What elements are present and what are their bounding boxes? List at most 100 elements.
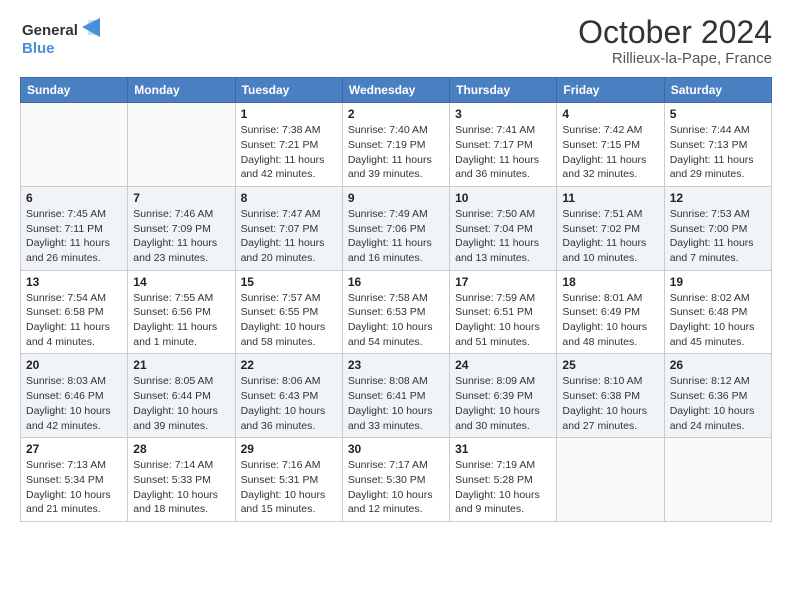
table-row: 23 Sunrise: 8:08 AMSunset: 6:41 PMDayligh…	[342, 354, 449, 438]
day-number: 16	[348, 275, 444, 289]
calendar-week-row: 27Sunrise: 7:13 AMSunset: 5:34 PMDayligh…	[21, 438, 772, 522]
day-number: 23	[348, 358, 444, 372]
day-number: 18	[562, 275, 658, 289]
logo-svg: General Blue	[20, 15, 110, 60]
calendar-header-row: Sunday Monday Tuesday Wednesday Thursday…	[21, 78, 772, 103]
day-number: 2	[348, 107, 444, 121]
table-row: 31 Sunrise: 7:19 AMSunset: 5:28 PMDayligh…	[450, 438, 557, 522]
day-info: Sunrise: 7:47 AMSunset: 7:07 PMDaylight:…	[241, 207, 337, 266]
table-row: 22Sunrise: 8:06 AMSunset: 6:43 PMDayligh…	[235, 354, 342, 438]
day-number: 19	[670, 275, 766, 289]
table-row	[128, 103, 235, 187]
table-row: 3 Sunrise: 7:41 AMSunset: 7:17 PMDaylight…	[450, 103, 557, 187]
day-info: Sunrise: 7:55 AMSunset: 6:56 PMDaylight:…	[133, 291, 229, 350]
day-info: Sunrise: 7:40 AMSunset: 7:19 PMDaylight:…	[348, 123, 444, 182]
day-number: 28	[133, 442, 229, 456]
day-info: Sunrise: 7:54 AMSunset: 6:58 PMDaylight:…	[26, 291, 122, 350]
day-number: 30	[348, 442, 444, 456]
calendar-week-row: 20 Sunrise: 8:03 AMSunset: 6:46 PMDayligh…	[21, 354, 772, 438]
day-info: Sunrise: 8:06 AMSunset: 6:43 PMDaylight:…	[241, 374, 337, 433]
table-row: 19 Sunrise: 8:02 AMSunset: 6:48 PMDayligh…	[664, 270, 771, 354]
day-info: Sunrise: 7:53 AMSunset: 7:00 PMDaylight:…	[670, 207, 766, 266]
day-info: Sunrise: 7:13 AMSunset: 5:34 PMDaylight:…	[26, 458, 122, 517]
day-info: Sunrise: 7:58 AMSunset: 6:53 PMDaylight:…	[348, 291, 444, 350]
table-row: 14Sunrise: 7:55 AMSunset: 6:56 PMDayligh…	[128, 270, 235, 354]
day-info: Sunrise: 8:01 AMSunset: 6:49 PMDaylight:…	[562, 291, 658, 350]
table-row: 11 Sunrise: 7:51 AMSunset: 7:02 PMDayligh…	[557, 186, 664, 270]
calendar-week-row: 6Sunrise: 7:45 AMSunset: 7:11 PMDaylight…	[21, 186, 772, 270]
header-tuesday: Tuesday	[235, 78, 342, 103]
day-number: 9	[348, 191, 444, 205]
day-info: Sunrise: 8:09 AMSunset: 6:39 PMDaylight:…	[455, 374, 551, 433]
day-number: 20	[26, 358, 122, 372]
day-number: 13	[26, 275, 122, 289]
table-row: 30 Sunrise: 7:17 AMSunset: 5:30 PMDayligh…	[342, 438, 449, 522]
month-title: October 2024	[578, 15, 772, 50]
table-row: 5 Sunrise: 7:44 AMSunset: 7:13 PMDaylight…	[664, 103, 771, 187]
logo: General Blue	[20, 15, 110, 65]
calendar-table: Sunday Monday Tuesday Wednesday Thursday…	[20, 77, 772, 522]
day-number: 31	[455, 442, 551, 456]
table-row: 2 Sunrise: 7:40 AMSunset: 7:19 PMDaylight…	[342, 103, 449, 187]
title-block: October 2024 Rillieux-la-Pape, France	[578, 15, 772, 67]
day-number: 11	[562, 191, 658, 205]
table-row	[664, 438, 771, 522]
day-info: Sunrise: 7:50 AMSunset: 7:04 PMDaylight:…	[455, 207, 551, 266]
day-info: Sunrise: 8:10 AMSunset: 6:38 PMDaylight:…	[562, 374, 658, 433]
table-row: 26 Sunrise: 8:12 AMSunset: 6:36 PMDayligh…	[664, 354, 771, 438]
day-number: 8	[241, 191, 337, 205]
table-row: 13 Sunrise: 7:54 AMSunset: 6:58 PMDayligh…	[21, 270, 128, 354]
day-number: 7	[133, 191, 229, 205]
table-row: 28 Sunrise: 7:14 AMSunset: 5:33 PMDayligh…	[128, 438, 235, 522]
day-info: Sunrise: 7:17 AMSunset: 5:30 PMDaylight:…	[348, 458, 444, 517]
table-row: 12 Sunrise: 7:53 AMSunset: 7:00 PMDayligh…	[664, 186, 771, 270]
day-info: Sunrise: 7:38 AMSunset: 7:21 PMDaylight:…	[241, 123, 337, 182]
day-number: 12	[670, 191, 766, 205]
table-row: 25Sunrise: 8:10 AMSunset: 6:38 PMDayligh…	[557, 354, 664, 438]
day-info: Sunrise: 7:14 AMSunset: 5:33 PMDaylight:…	[133, 458, 229, 517]
day-info: Sunrise: 7:49 AMSunset: 7:06 PMDaylight:…	[348, 207, 444, 266]
table-row: 10 Sunrise: 7:50 AMSunset: 7:04 PMDayligh…	[450, 186, 557, 270]
table-row: 9 Sunrise: 7:49 AMSunset: 7:06 PMDaylight…	[342, 186, 449, 270]
day-info: Sunrise: 7:59 AMSunset: 6:51 PMDaylight:…	[455, 291, 551, 350]
svg-text:Blue: Blue	[22, 40, 55, 57]
calendar-week-row: 1 Sunrise: 7:38 AMSunset: 7:21 PMDaylight…	[21, 103, 772, 187]
table-row: 8 Sunrise: 7:47 AMSunset: 7:07 PMDaylight…	[235, 186, 342, 270]
day-info: Sunrise: 7:16 AMSunset: 5:31 PMDaylight:…	[241, 458, 337, 517]
day-number: 10	[455, 191, 551, 205]
header-sunday: Sunday	[21, 78, 128, 103]
header: General Blue October 2024 Rillieux-la-Pa…	[20, 15, 772, 67]
day-info: Sunrise: 7:42 AMSunset: 7:15 PMDaylight:…	[562, 123, 658, 182]
header-monday: Monday	[128, 78, 235, 103]
day-info: Sunrise: 7:44 AMSunset: 7:13 PMDaylight:…	[670, 123, 766, 182]
day-info: Sunrise: 8:02 AMSunset: 6:48 PMDaylight:…	[670, 291, 766, 350]
day-info: Sunrise: 7:41 AMSunset: 7:17 PMDaylight:…	[455, 123, 551, 182]
day-number: 6	[26, 191, 122, 205]
day-number: 26	[670, 358, 766, 372]
day-number: 3	[455, 107, 551, 121]
day-info: Sunrise: 7:19 AMSunset: 5:28 PMDaylight:…	[455, 458, 551, 517]
day-info: Sunrise: 8:03 AMSunset: 6:46 PMDaylight:…	[26, 374, 122, 433]
table-row: 1 Sunrise: 7:38 AMSunset: 7:21 PMDaylight…	[235, 103, 342, 187]
day-info: Sunrise: 7:57 AMSunset: 6:55 PMDaylight:…	[241, 291, 337, 350]
table-row: 24 Sunrise: 8:09 AMSunset: 6:39 PMDayligh…	[450, 354, 557, 438]
table-row	[21, 103, 128, 187]
day-number: 4	[562, 107, 658, 121]
day-info: Sunrise: 8:08 AMSunset: 6:41 PMDaylight:…	[348, 374, 444, 433]
calendar-week-row: 13 Sunrise: 7:54 AMSunset: 6:58 PMDayligh…	[21, 270, 772, 354]
day-number: 21	[133, 358, 229, 372]
day-number: 24	[455, 358, 551, 372]
day-number: 29	[241, 442, 337, 456]
header-friday: Friday	[557, 78, 664, 103]
table-row: 6Sunrise: 7:45 AMSunset: 7:11 PMDaylight…	[21, 186, 128, 270]
day-number: 17	[455, 275, 551, 289]
table-row: 15Sunrise: 7:57 AMSunset: 6:55 PMDayligh…	[235, 270, 342, 354]
day-number: 1	[241, 107, 337, 121]
day-info: Sunrise: 7:46 AMSunset: 7:09 PMDaylight:…	[133, 207, 229, 266]
day-info: Sunrise: 8:12 AMSunset: 6:36 PMDaylight:…	[670, 374, 766, 433]
page: General Blue October 2024 Rillieux-la-Pa…	[0, 0, 792, 612]
table-row: 18 Sunrise: 8:01 AMSunset: 6:49 PMDayligh…	[557, 270, 664, 354]
day-info: Sunrise: 7:51 AMSunset: 7:02 PMDaylight:…	[562, 207, 658, 266]
day-number: 5	[670, 107, 766, 121]
header-wednesday: Wednesday	[342, 78, 449, 103]
